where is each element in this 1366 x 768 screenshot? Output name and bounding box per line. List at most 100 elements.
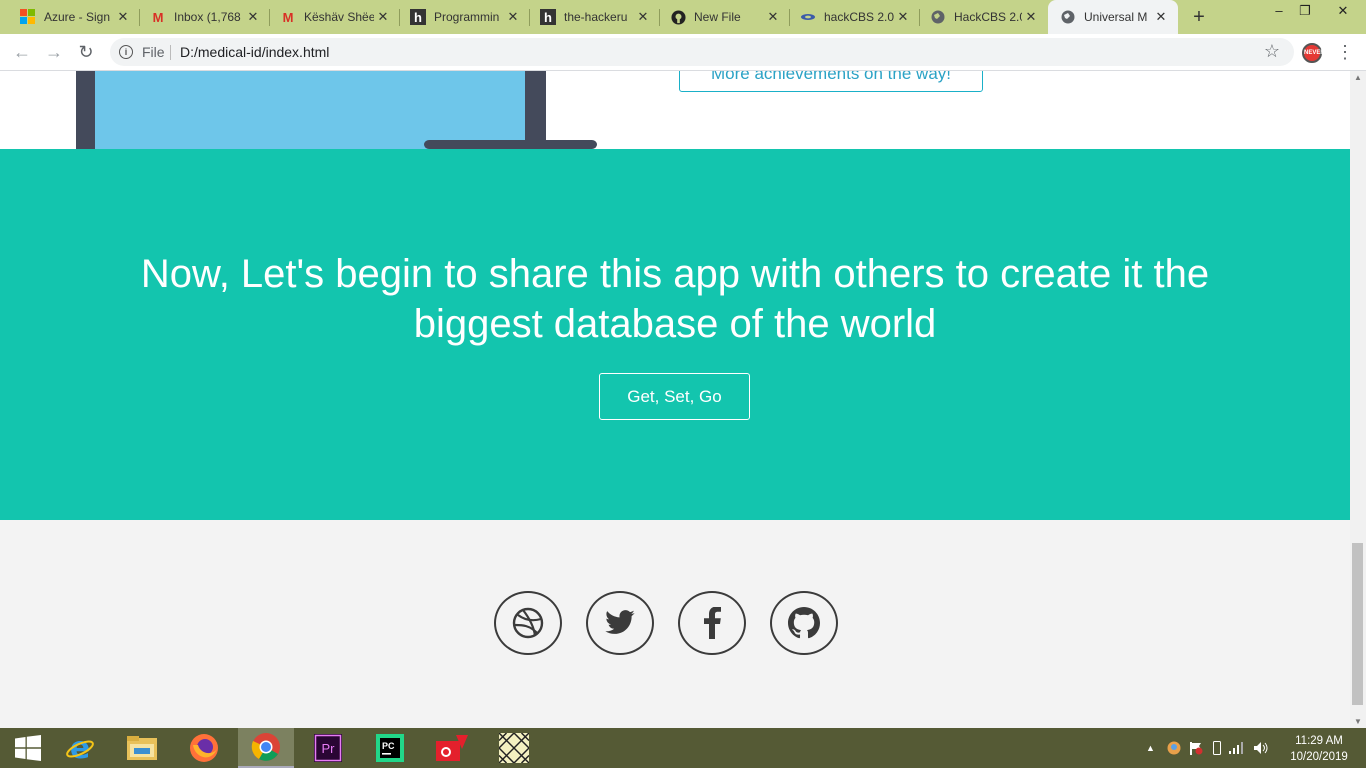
system-tray: ▲ [1146,728,1269,768]
tab-new-file[interactable]: New File ✕ [660,0,790,34]
close-icon[interactable]: ✕ [114,9,132,25]
pycharm-taskbar[interactable]: PC [362,728,418,768]
scroll-up-arrow-icon[interactable]: ▲ [1354,73,1362,82]
windows-taskbar: e Pr PC ▲ 11:29 AM 10/20/2019 [0,728,1366,768]
hackcbs-icon [800,9,816,25]
close-icon[interactable]: ✕ [894,9,912,25]
back-button[interactable]: ← [12,42,32,62]
taskbar-clock[interactable]: 11:29 AM 10/20/2019 [1284,733,1354,765]
dribbble-icon [512,607,544,639]
camera-app-taskbar[interactable] [424,728,480,768]
scroll-thumb[interactable] [1352,543,1363,705]
page-scrollbar[interactable]: ▲ ▼ [1350,71,1366,728]
tab-programming[interactable]: h Programmin ✕ [400,0,530,34]
cta-heading: Now, Let's begin to share this app with … [140,252,1210,346]
facebook-link[interactable] [678,591,746,655]
reload-button[interactable]: ↻ [76,42,96,62]
show-hidden-icons-icon[interactable]: ▲ [1146,743,1155,753]
pattern-app-taskbar[interactable] [486,728,542,768]
signal-bars-icon[interactable] [1228,742,1245,754]
tab-title: Universal M [1084,10,1148,24]
tab-title: Inbox (1,768 [174,10,241,24]
tab-strip: Azure - Sign ✕ M Inbox (1,768 ✕ M Këshäv… [0,0,1366,34]
cta-section: Now, Let's begin to share this app with … [0,149,1350,520]
firefox-icon [190,734,218,762]
pycharm-icon: PC [376,734,404,762]
windows-start-icon [15,735,41,761]
tab-title: HackCBS 2.0 [954,10,1022,24]
info-icon[interactable]: i [119,45,133,59]
hackernoon-icon: h [410,9,426,25]
close-window-button[interactable]: ✕ [1320,0,1366,22]
globe-icon [930,9,946,25]
close-icon[interactable]: ✕ [374,9,392,25]
close-icon[interactable]: ✕ [244,9,262,25]
firefox-taskbar[interactable] [176,728,232,768]
premiere-pro-icon: Pr [314,734,342,762]
svg-text:Pr: Pr [322,741,336,756]
volume-icon[interactable] [1253,741,1269,755]
tab-the-hackeru[interactable]: h the-hackeru ✕ [530,0,660,34]
clock-time: 11:29 AM [1295,735,1343,747]
tab-title: Këshäv Shëe [304,10,374,24]
twitter-icon [605,610,635,634]
chrome-taskbar[interactable] [238,728,294,768]
more-achievements-button[interactable]: More achievements on the way! [679,71,983,92]
twitter-link[interactable] [586,591,654,655]
globe-icon [1060,9,1076,25]
scroll-down-arrow-icon[interactable]: ▼ [1354,717,1362,726]
profile-avatar[interactable]: NEVER [1302,43,1325,63]
tab-title: Azure - Sign [44,10,111,24]
microsoft-icon [20,9,36,25]
menu-icon[interactable]: ⋮ [1336,42,1354,62]
github-link[interactable] [770,591,838,655]
star-icon[interactable]: ☆ [1264,41,1280,62]
page-viewport: More achievements on the way! Now, Let's… [0,71,1350,728]
tab-inbox[interactable]: M Inbox (1,768 ✕ [140,0,270,34]
github-icon [670,9,686,25]
start-button[interactable] [0,728,56,768]
get-set-go-button[interactable]: Get, Set, Go [599,373,750,420]
close-icon[interactable]: ✕ [764,9,782,25]
file-explorer-icon [127,736,157,760]
tab-title: New File [694,10,741,24]
new-tab-button[interactable]: + [1188,6,1210,28]
file-explorer-taskbar[interactable] [114,728,170,768]
gmail-icon: M [152,9,164,25]
tab-hackcbs-2[interactable]: HackCBS 2.0 ✕ [920,0,1048,34]
action-center-flag-icon[interactable] [1189,741,1203,755]
close-icon[interactable]: ✕ [634,9,652,25]
svg-text:PC: PC [382,741,395,751]
internet-explorer-icon: e [66,733,94,763]
close-icon[interactable]: ✕ [504,9,522,25]
url-scheme: File [142,44,165,60]
dribbble-link[interactable] [494,591,562,655]
close-icon[interactable]: ✕ [1152,9,1170,25]
monitor-illustration [76,71,597,149]
browser-toolbar: ← → ↻ i File D:/medical-id/index.html ☆ [0,34,1366,71]
tab-title: hackCBS 2.0 [824,10,894,24]
tab-title: the-hackeru [564,10,628,24]
chrome-icon [251,733,280,761]
tab-title: Programmin [434,10,500,24]
network-status-icon[interactable] [1167,741,1181,755]
premiere-pro-taskbar[interactable]: Pr [300,728,356,768]
github-icon [788,607,820,639]
tab-hackcbs-1[interactable]: hackCBS 2.0 ✕ [790,0,920,34]
pattern-app-icon [499,733,529,763]
close-icon[interactable]: ✕ [1022,9,1040,25]
tab-keshav[interactable]: M Këshäv Shëe ✕ [270,0,400,34]
clock-date: 10/20/2019 [1290,751,1348,763]
camera-app-icon [436,735,468,761]
footer [0,520,1350,728]
facebook-icon [704,607,721,639]
tab-universal-medical[interactable]: Universal M ✕ [1048,0,1178,34]
gmail-icon: M [282,9,294,25]
hackernoon-icon: h [540,9,556,25]
url-text[interactable]: D:/medical-id/index.html [180,44,329,60]
internet-explorer-taskbar[interactable]: e [52,728,108,768]
forward-button[interactable]: → [44,42,64,62]
address-bar[interactable]: i File D:/medical-id/index.html ☆ [110,38,1294,66]
tab-azure[interactable]: Azure - Sign ✕ [0,0,140,34]
phone-icon[interactable] [1212,741,1221,755]
